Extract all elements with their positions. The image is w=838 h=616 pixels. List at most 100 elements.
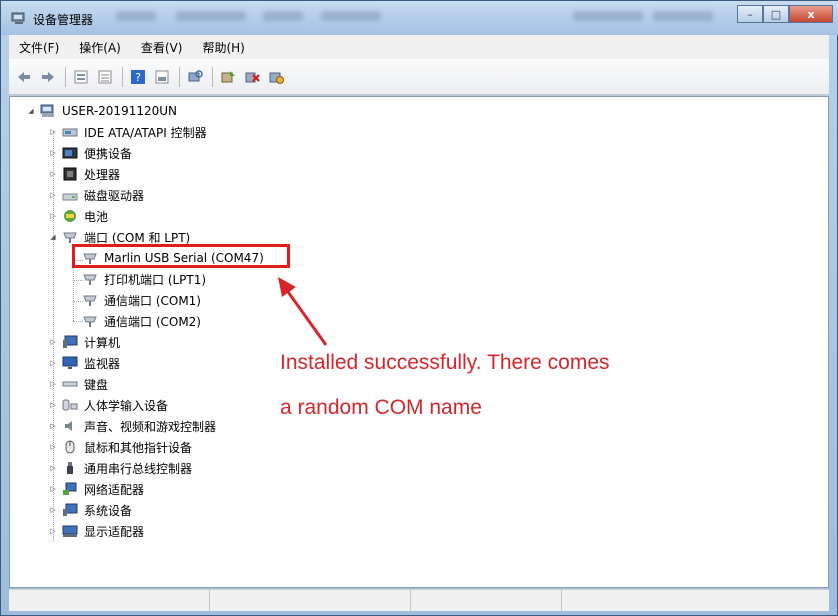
tree-item-portable[interactable]: ▷ 便携设备 [48,143,132,163]
computer-icon [40,104,54,117]
menu-file[interactable]: 文件(F) [9,39,69,56]
forward-icon[interactable] [39,68,57,86]
blurred-title-area [321,11,381,21]
blurred-title-area [653,11,713,21]
menu-help[interactable]: 帮助(H) [192,39,254,56]
annotation-line-2: a random COM name [280,396,482,419]
tree-root[interactable]: ◢ USER-20191120UN [26,101,177,121]
tree-item-computer[interactable]: ▷ 计算机 [48,332,120,352]
tree-child-lpt1[interactable]: 打印机端口 (LPT1) [82,269,206,289]
collapse-arrow-icon[interactable]: ◢ [26,106,36,116]
usb-icon [67,462,73,474]
display-adapter-icon [62,525,78,537]
comm-port-icon [83,295,97,306]
mouse-icon [65,440,75,454]
tree-item-label: 显示适配器 [84,524,145,539]
uninstall-icon[interactable] [243,68,261,86]
expand-arrow-icon[interactable]: ▷ [48,169,58,179]
toolbar-separator [65,66,66,87]
tree-root-label: USER-20191120UN [62,104,178,118]
tree-item-label: 网络适配器 [84,482,145,497]
tree-item-label: 电池 [84,209,109,224]
tree-child-com1[interactable]: 通信端口 (COM1) [82,290,201,310]
tree-item-mouse[interactable]: ▷ 鼠标和其他指针设备 [48,437,192,457]
expand-arrow-icon[interactable]: ▷ [48,400,58,410]
expand-arrow-icon[interactable]: ▷ [48,505,58,515]
expand-arrow-icon[interactable]: ▷ [48,337,58,347]
tree-item-disk[interactable]: ▷ 磁盘驱动器 [48,185,144,205]
blurred-title-area [573,11,643,21]
toolbar-separator [179,66,180,87]
scan-hardware-icon[interactable] [186,68,204,86]
expand-arrow-icon[interactable]: ▷ [48,358,58,368]
tree-item-processor[interactable]: ▷ 处理器 [48,164,120,184]
tree-item-usb[interactable]: ▷ 通用串行总线控制器 [48,458,192,478]
maximize-button[interactable]: □ [763,5,789,23]
minimize-button[interactable]: – [737,5,763,23]
toolbar-separator [212,66,213,87]
annotation-arrow-icon [278,277,328,346]
expand-arrow-icon[interactable]: ▷ [48,484,58,494]
caption-buttons: – □ x [737,5,833,25]
tree-item-label: 声音、视频和游戏控制器 [84,419,217,434]
tree-item-hid[interactable]: ▷ 人体学输入设备 [48,395,168,415]
back-icon[interactable] [15,68,33,86]
tree-item-battery[interactable]: ▷ 电池 [48,206,108,226]
expand-arrow-icon[interactable]: ▷ [48,442,58,452]
comm-port-icon [83,316,97,327]
printer-port-icon [83,274,97,285]
help-icon[interactable]: ? [129,68,147,86]
expand-arrow-icon[interactable]: ▷ [48,190,58,200]
disable-icon[interactable] [267,68,285,86]
monitor-icon [62,356,78,369]
status-pane [411,590,562,611]
portable-device-icon [62,147,78,159]
tree-item-label: 处理器 [84,167,121,182]
expand-arrow-icon[interactable]: ▷ [48,127,58,137]
expand-arrow-icon[interactable]: ▷ [48,421,58,431]
title-bar[interactable]: 设备管理器 – □ x [1,1,838,35]
expand-arrow-icon[interactable]: ▷ [48,211,58,221]
menu-view[interactable]: 查看(V) [131,39,193,56]
tree-item-label: 计算机 [84,335,121,350]
tree-item-label: 端口 (COM 和 LPT) [84,230,191,245]
expand-arrow-icon[interactable]: ▷ [48,379,58,389]
device-tree[interactable]: ◢ USER-20191120UN ▷ IDE ATA/ATAPI 控制器 ▷ … [9,96,829,588]
toolbar-separator [122,66,123,87]
tree-item-label: IDE ATA/ATAPI 控制器 [84,125,207,140]
port-icon [63,232,77,243]
tree-item-label: 人体学输入设备 [84,398,169,413]
update-list-icon[interactable] [96,68,114,86]
computer-icon [63,335,78,348]
tree-item-label: 鼠标和其他指针设备 [84,440,193,455]
system-device-icon [63,503,78,516]
tree-child-com2[interactable]: 通信端口 (COM2) [82,311,201,331]
expand-arrow-icon[interactable]: ▷ [48,526,58,536]
battery-icon [64,210,76,222]
hid-icon [62,399,78,411]
status-pane [210,590,411,611]
tree-item-monitor[interactable]: ▷ 监视器 [48,353,120,373]
update-driver-icon[interactable] [219,68,237,86]
expand-arrow-icon[interactable]: ▷ [48,148,58,158]
tree-item-display[interactable]: ▷ 显示适配器 [48,521,144,541]
status-pane [9,590,210,611]
tree-item-system[interactable]: ▷ 系统设备 [48,500,132,520]
window-title: 设备管理器 [33,13,94,27]
tree-child-label: 通信端口 (COM2) [104,314,201,329]
status-bar [9,589,829,611]
menu-action[interactable]: 操作(A) [69,39,131,56]
menu-bar: 文件(F) 操作(A) 查看(V) 帮助(H) [9,35,829,60]
expand-arrow-icon[interactable]: ▷ [48,463,58,473]
properties-icon[interactable] [72,68,90,86]
device-manager-window: 设备管理器 – □ x 文件(F) 操作(A) 查看(V) 帮助(H) ? ◢ … [0,0,838,616]
tree-item-sound[interactable]: ▷ 声音、视频和游戏控制器 [48,416,216,436]
tree-item-keyboard[interactable]: ▷ 键盘 [48,374,108,394]
highlight-box [72,244,290,268]
tree-item-network[interactable]: ▷ 网络适配器 [48,479,144,499]
close-button[interactable]: x [789,5,833,23]
view-icon[interactable] [153,68,171,86]
tree-item-ide[interactable]: ▷ IDE ATA/ATAPI 控制器 [48,122,207,142]
tree-child-label: 通信端口 (COM1) [104,293,201,308]
collapse-arrow-icon[interactable]: ◢ [48,232,58,242]
